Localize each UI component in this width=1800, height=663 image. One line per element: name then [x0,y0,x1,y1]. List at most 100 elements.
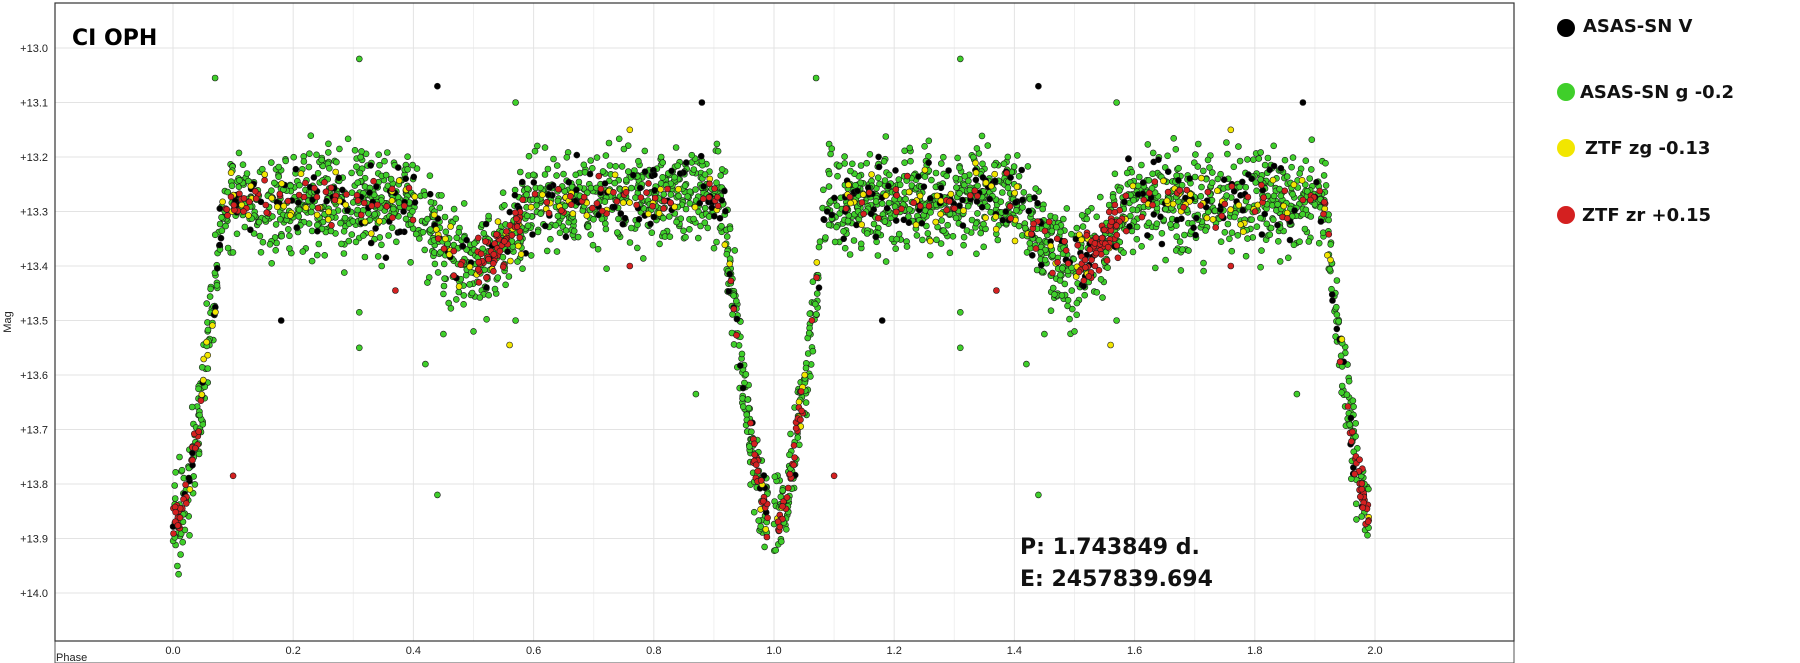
point-asas-sn-g-0-2 [389,205,397,213]
point-asas-sn-g-0-2 [659,214,667,222]
point-asas-sn-g-0-2 [1296,238,1303,245]
point-asas-sn-g-0-2 [427,198,435,206]
point-asas-sn-v [1186,175,1194,182]
point-ztf-zr-0-15 [1349,428,1356,436]
point-asas-sn-g-0-2 [514,258,521,265]
point-ztf-zg-0-13 [245,212,252,219]
point-asas-sn-g-0-2 [1228,247,1236,255]
point-asas-sn-g-0-2 [353,163,360,170]
point-asas-sn-g-0-2 [218,214,225,221]
point-asas-sn-g-0-2 [1129,248,1137,256]
point-ztf-zr-0-15 [1140,196,1148,204]
point-asas-sn-v [991,177,999,185]
point-asas-sn-g-0-2 [1010,163,1018,170]
point-asas-sn-g-0-2 [574,233,582,241]
point-asas-sn-g-0-2 [1266,231,1274,238]
point-asas-sn-g-0-2 [1231,213,1238,221]
point-ztf-zg-0-13 [611,171,619,179]
point-asas-sn-g-0-2 [1099,294,1106,301]
point-ztf-zg-0-13 [912,221,920,229]
point-ztf-zr-0-15 [1358,480,1366,487]
point-ztf-zr-0-15 [667,199,674,206]
point-asas-sn-g-0-2 [1033,266,1041,274]
point-asas-sn-g-0-2 [1228,229,1236,236]
point-asas-sn-g-0-2 [243,170,251,177]
point-ztf-zr-0-15 [450,247,458,255]
point-asas-sn-g-0-2 [718,166,726,173]
point-ztf-zr-0-15 [643,189,650,196]
point-asas-sn-v [586,170,594,178]
point-asas-sn-v [986,195,994,203]
point-ztf-zr-0-15 [388,185,396,193]
point-ztf-zr-0-15 [482,238,489,245]
point-ztf-zg-0-13 [1321,205,1329,212]
point-asas-sn-g-0-2 [337,219,344,227]
point-asas-sn-g-0-2 [885,171,893,179]
point-ztf-zr-0-15 [1258,181,1265,189]
point-asas-sn-v [1190,224,1197,231]
point-asas-sn-g-0-2 [1346,421,1353,428]
point-ztf-zr-0-15 [1336,358,1344,366]
point-asas-sn-v [518,178,526,186]
point-asas-sn-g-0-2 [895,230,903,238]
point-asas-sn-g-0-2 [178,466,186,474]
point-asas-sn-g-0-2 [1242,184,1250,191]
point-asas-sn-g-0-2 [602,152,610,159]
point-asas-sn-v [867,210,875,217]
point-asas-sn-v [511,191,519,199]
point-ztf-zr-0-15 [637,194,645,201]
point-asas-sn-g-0-2 [863,230,871,237]
point-ztf-zr-0-15 [1325,231,1333,238]
point-ztf-zr-0-15 [613,198,621,205]
point-asas-sn-g-0-2 [1224,150,1231,158]
point-asas-sn-g-0-2 [761,543,768,551]
point-asas-sn-g-0-2 [537,184,544,192]
point-ztf-zg-0-13 [539,191,546,198]
point-asas-sn-g-0-2 [259,238,267,246]
point-asas-sn-v [1347,414,1355,422]
point-ztf-zr-0-15 [783,494,791,501]
point-asas-sn-v [293,224,301,231]
point-ztf-zr-0-15 [513,223,521,230]
point-asas-sn-g-0-2 [970,153,977,161]
point-asas-sn-g-0-2 [874,174,882,181]
point-asas-sn-v [323,197,330,205]
point-asas-sn-v [978,203,986,211]
point-asas-sn-v [1139,179,1147,186]
point-asas-sn-g-0-2 [964,202,972,210]
point-asas-sn-v [1274,221,1281,229]
point-asas-sn-g-0-2 [802,364,810,372]
point-asas-sn-g-0-2 [1306,175,1313,182]
point-asas-sn-g-0-2 [1257,149,1264,156]
point-asas-sn-g-0-2 [228,182,236,190]
point-ztf-zg-0-13 [227,169,235,176]
point-asas-sn-g-0-2 [224,244,232,252]
point-asas-sn-g-0-2 [1283,173,1291,180]
point-ztf-zr-0-15 [1006,203,1014,210]
point-asas-sn-g-0-2 [991,161,998,169]
x-axis-label: Phase [56,652,87,663]
point-asas-sn-v [815,284,823,292]
point-ztf-zr-0-15 [314,204,322,212]
point-asas-sn-g-0-2 [502,281,509,289]
point-asas-sn-v [382,254,390,262]
point-asas-sn-g-0-2 [176,453,183,461]
point-asas-sn-g-0-2 [1047,307,1055,315]
point-ztf-zr-0-15 [360,199,368,207]
point-asas-sn-g-0-2 [361,253,369,261]
point-asas-sn-g-0-2 [973,145,981,152]
point-ztf-zr-0-15 [1105,208,1113,216]
legend-label-ztf-zg: ZTF zg -0.13 [1585,138,1710,159]
point-ztf-zr-0-15 [1164,188,1172,196]
y-tick-label: +13.3 [20,207,48,219]
point-asas-sn-g-0-2 [255,218,263,226]
point-ztf-zr-0-15 [1348,438,1355,445]
point-asas-sn-g-0-2 [1221,229,1229,236]
point-asas-sn-g-0-2 [286,232,293,240]
point-asas-sn-g-0-2 [524,222,532,229]
point-ztf-zg-0-13 [1280,202,1287,210]
point-asas-sn-v [1239,178,1246,186]
point-ztf-zr-0-15 [1081,256,1089,264]
point-ztf-zr-0-15 [645,180,652,187]
point-asas-sn-g-0-2-outlier [434,491,441,499]
